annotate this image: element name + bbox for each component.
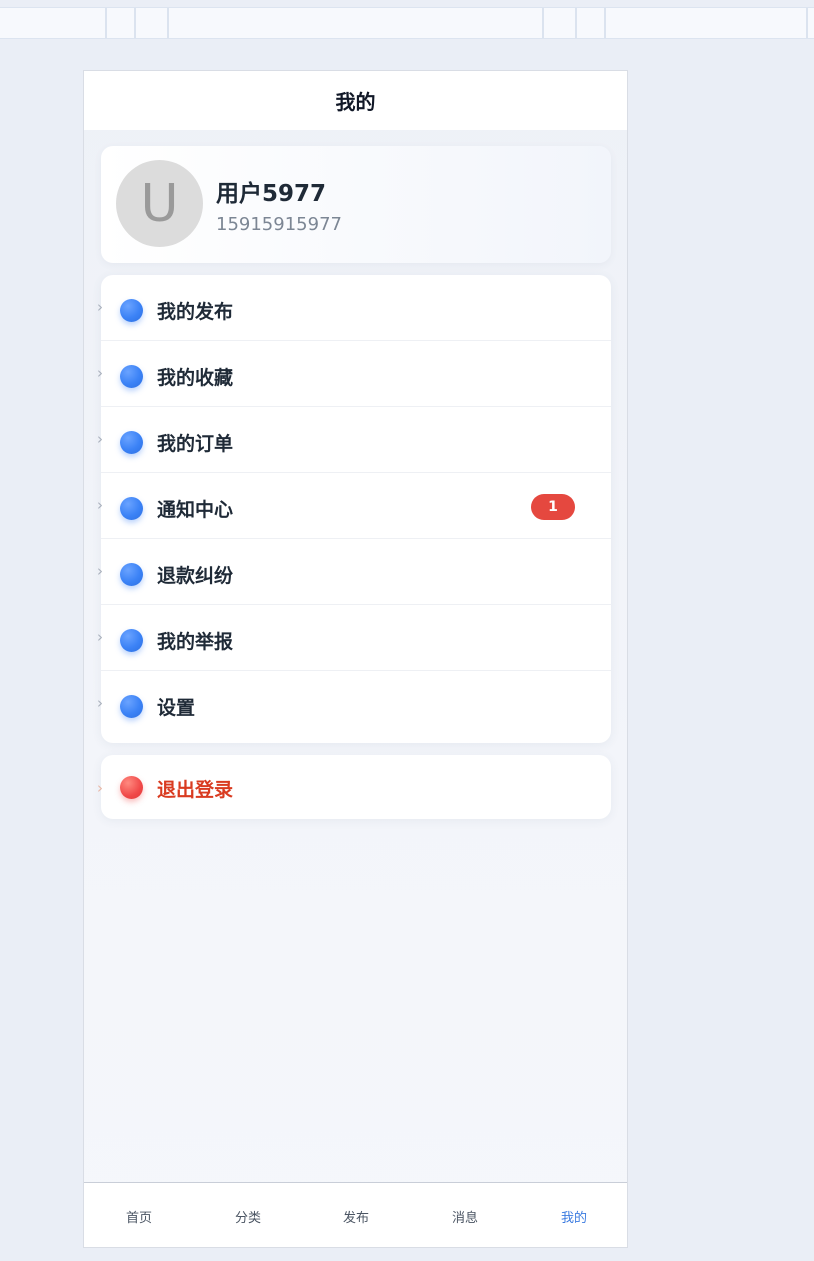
logout-label: 退出登录 — [157, 779, 234, 801]
username: 用户5977 — [216, 181, 327, 207]
divider — [167, 8, 169, 38]
tab-category[interactable]: 分类 — [218, 1207, 278, 1226]
menu-item-label: 我的收藏 — [157, 367, 234, 389]
chevron-icon: › — [97, 562, 103, 580]
chevron-icon: › — [97, 628, 103, 646]
menu-item-label: 退款纠纷 — [157, 565, 234, 587]
chevron-icon: › — [97, 496, 103, 514]
menu-item-my-reports[interactable]: › 我的举报 — [97, 605, 611, 671]
top-strip — [0, 7, 814, 39]
chevron-icon: › — [97, 779, 103, 797]
divider — [806, 8, 808, 38]
tab-home[interactable]: 首页 — [109, 1207, 169, 1226]
menu-item-my-posts[interactable]: › 我的发布 — [97, 275, 611, 341]
blue-dot-icon — [120, 563, 143, 586]
chevron-icon: › — [97, 364, 103, 382]
divider — [604, 8, 606, 38]
menu-item-notifications[interactable]: › 通知中心 1 — [97, 473, 611, 539]
blue-dot-icon — [120, 629, 143, 652]
chevron-icon: › — [97, 430, 103, 448]
tab-messages[interactable]: 消息 — [435, 1207, 495, 1226]
menu-item-label: 通知中心 — [157, 499, 234, 521]
menu-card: › 我的发布 › 我的收藏 › 我的订单 › 通知中心 1 › 退款纠纷 › 我… — [97, 275, 611, 743]
profile-card[interactable]: U 用户5977 15915915977 — [101, 146, 611, 263]
divider — [134, 8, 136, 38]
divider — [542, 8, 544, 38]
chevron-icon: › — [97, 298, 103, 316]
chevron-icon: › — [97, 694, 103, 712]
divider — [575, 8, 577, 38]
menu-item-label: 我的发布 — [157, 301, 234, 323]
divider — [105, 8, 107, 38]
blue-dot-icon — [120, 299, 143, 322]
menu-item-label: 我的举报 — [157, 631, 234, 653]
tab-publish[interactable]: 发布 — [326, 1207, 386, 1226]
logout-button[interactable]: › 退出登录 — [97, 755, 611, 819]
page-header: 我的 — [84, 71, 627, 130]
blue-dot-icon — [120, 497, 143, 520]
notification-badge: 1 — [531, 494, 575, 520]
menu-item-label: 我的订单 — [157, 433, 234, 455]
blue-dot-icon — [120, 695, 143, 718]
blue-dot-icon — [120, 431, 143, 454]
menu-item-label: 设置 — [157, 697, 196, 719]
menu-item-orders[interactable]: › 我的订单 — [97, 407, 611, 473]
red-dot-icon — [120, 776, 143, 799]
blue-dot-icon — [120, 365, 143, 388]
menu-item-settings[interactable]: › 设置 — [97, 671, 611, 737]
menu-item-favorites[interactable]: › 我的收藏 — [97, 341, 611, 407]
avatar[interactable]: U — [116, 160, 203, 247]
menu-item-refund-disputes[interactable]: › 退款纠纷 — [97, 539, 611, 605]
page-title: 我的 — [335, 90, 376, 114]
tab-mine[interactable]: 我的 — [544, 1207, 604, 1226]
bottom-tab-bar: 首页 分类 发布 消息 我的 — [84, 1182, 627, 1247]
phone-number: 15915915977 — [216, 214, 342, 235]
phone-frame: 我的 U 用户5977 15915915977 › 我的发布 › 我的收藏 › … — [83, 70, 628, 1248]
